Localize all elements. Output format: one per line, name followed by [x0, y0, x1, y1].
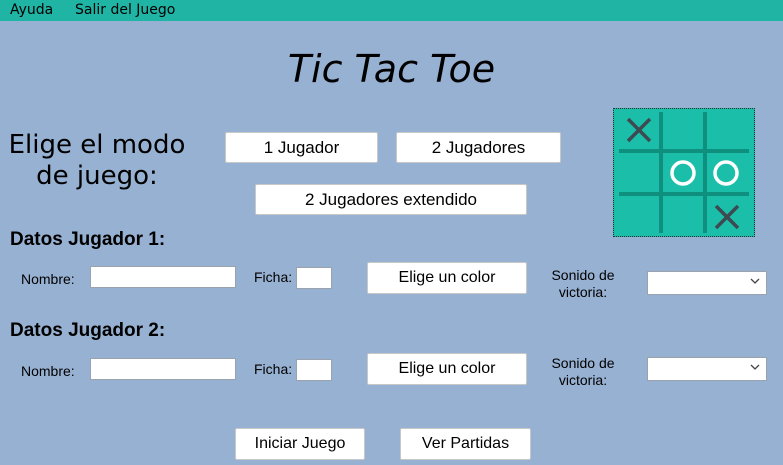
view-games-button[interactable]: Ver Partidas	[400, 428, 531, 460]
chevron-down-icon	[750, 278, 760, 284]
player1-color-button[interactable]: Elige un color	[367, 262, 527, 294]
player2-heading: Datos Jugador 2:	[10, 320, 166, 341]
one-player-button[interactable]: 1 Jugador	[225, 132, 378, 163]
player1-token-label: Ficha:	[254, 269, 293, 285]
player1-token-input[interactable]	[296, 267, 332, 289]
mode-label-line1: Elige el modo	[8, 130, 186, 160]
menu-exit-game[interactable]: Salir del Juego	[75, 1, 175, 19]
player2-sound-label-line2: victoria:	[558, 372, 608, 388]
menu-bar: Ayuda Salir del Juego	[0, 0, 783, 21]
player2-color-button[interactable]: Elige un color	[367, 353, 527, 385]
player2-token-label: Ficha:	[254, 361, 293, 377]
two-players-button[interactable]: 2 Jugadores	[396, 132, 561, 163]
player1-sound-select[interactable]	[647, 271, 767, 295]
player1-sound-label-line1: Sonido de	[551, 267, 615, 283]
mode-label-line2: de juego:	[36, 161, 158, 191]
tic-tac-toe-board-preview	[613, 108, 755, 237]
player2-token-input[interactable]	[296, 359, 332, 381]
menu-help[interactable]: Ayuda	[10, 1, 53, 19]
start-game-button[interactable]: Iniciar Juego	[235, 428, 365, 460]
board-grid	[614, 109, 754, 236]
two-players-extended-button[interactable]: 2 Jugadores extendido	[255, 184, 527, 215]
player2-sound-label: Sonido de victoria:	[543, 355, 623, 389]
player2-name-input[interactable]	[90, 358, 236, 380]
player1-name-label: Nombre:	[21, 271, 75, 287]
game-title: Tic Tac Toe	[287, 47, 496, 91]
player1-sound-label-line2: victoria:	[558, 284, 608, 300]
chevron-down-icon	[750, 364, 760, 370]
player2-sound-select[interactable]	[647, 357, 767, 381]
player1-heading: Datos Jugador 1:	[10, 229, 166, 250]
player1-sound-label: Sonido de victoria:	[543, 267, 623, 301]
player2-name-label: Nombre:	[21, 363, 75, 379]
player2-sound-label-line1: Sonido de	[551, 355, 615, 371]
mode-label: Elige el modo de juego:	[6, 130, 188, 192]
player1-name-input[interactable]	[90, 266, 236, 288]
